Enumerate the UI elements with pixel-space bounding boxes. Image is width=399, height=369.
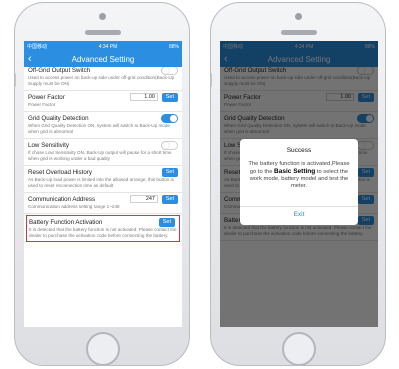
dialog-title: Success xyxy=(286,147,312,154)
status-bar: 中国移动 4:34 PM 88% xyxy=(24,41,182,52)
page-title: Advanced Setting xyxy=(71,55,135,64)
setting-desc: When Grid Quality Detection ON, system w… xyxy=(28,123,170,134)
setting-battery-activation: Battery Function Activation Set It is de… xyxy=(26,215,180,242)
setting-desc: Power Factor xyxy=(28,102,56,107)
dialog-message-bold: Basic Setting xyxy=(274,168,316,175)
reset-overload-set-button[interactable]: Set xyxy=(161,168,178,177)
setting-title: Off-Grid Output Switch xyxy=(28,67,91,74)
phone-screen: 中国移动 4:34 PM 88% ‹ Advanced Setting Off-… xyxy=(24,41,182,327)
earpiece-speaker xyxy=(85,30,121,35)
low-sensitivity-toggle[interactable] xyxy=(161,141,178,150)
setting-power-factor: Power Factor 1.00 Set Power Factor xyxy=(24,91,182,112)
power-factor-set-button[interactable]: Set xyxy=(161,93,178,102)
power-factor-input[interactable]: 1.00 xyxy=(130,93,158,101)
setting-desc: If chose Low Sensitivity ON, Back-Up out… xyxy=(28,150,172,161)
front-camera xyxy=(295,13,302,20)
setting-grid-quality: Grid Quality Detection When Grid Quality… xyxy=(24,112,182,139)
home-button[interactable] xyxy=(86,332,120,365)
mute-switch xyxy=(211,73,212,87)
carrier-label: 中国移动 xyxy=(27,44,48,50)
phone-frame-left: 中国移动 4:34 PM 88% ‹ Advanced Setting Off-… xyxy=(14,2,190,366)
earpiece-speaker xyxy=(281,30,317,35)
battery-level: 88% xyxy=(168,43,179,50)
communication-address-input[interactable]: 247 xyxy=(130,195,158,203)
back-chevron-icon[interactable]: ‹ xyxy=(28,53,32,66)
communication-address-set-button[interactable]: Set xyxy=(161,195,178,204)
setting-reset-overload: Reset Overload History Set As Back-Up lo… xyxy=(24,166,182,193)
dialog-message: The battery function is activated,Please… xyxy=(248,161,350,190)
settings-list[interactable]: Off-Grid Output Switch Used to access po… xyxy=(24,67,182,327)
phone-screen: 中国移动 4:34 PM 88% ‹ Advanced Setting Off-… xyxy=(220,41,378,327)
nav-bar: ‹ Advanced Setting xyxy=(24,52,182,67)
home-button[interactable] xyxy=(282,332,316,365)
setting-low-sensitivity: Low Sensitivity If chose Low Sensitivity… xyxy=(24,139,182,166)
grid-quality-toggle[interactable] xyxy=(161,114,178,123)
setting-title: Reset Overload History xyxy=(28,169,92,176)
front-camera xyxy=(99,13,106,20)
setting-communication-address: Communication Address 247 Set Communicat… xyxy=(24,193,182,214)
exit-button[interactable]: Exit xyxy=(240,211,358,218)
setting-desc: It is detected that the battery function… xyxy=(29,227,177,238)
status-time: 4:34 PM xyxy=(98,43,118,50)
setting-desc: Communication address setting range 1~24… xyxy=(28,204,120,209)
setting-title: Low Sensitivity xyxy=(28,142,69,149)
phone-frame-right: 中国移动 4:34 PM 88% ‹ Advanced Setting Off-… xyxy=(210,2,386,366)
setting-desc: Used to access power on back-up side und… xyxy=(28,75,175,86)
dialog-divider xyxy=(240,206,358,207)
setting-title: Battery Function Activation xyxy=(29,219,103,226)
setting-off-grid-output: Off-Grid Output Switch Used to access po… xyxy=(24,67,182,91)
success-dialog: Success The battery function is activate… xyxy=(240,139,358,225)
off-grid-output-toggle[interactable] xyxy=(161,67,178,75)
setting-title: Grid Quality Detection xyxy=(28,115,89,122)
mute-switch xyxy=(15,73,16,87)
setting-desc: As Back-Up load power is limited into th… xyxy=(28,177,174,188)
battery-activation-set-button[interactable]: Set xyxy=(158,218,175,227)
